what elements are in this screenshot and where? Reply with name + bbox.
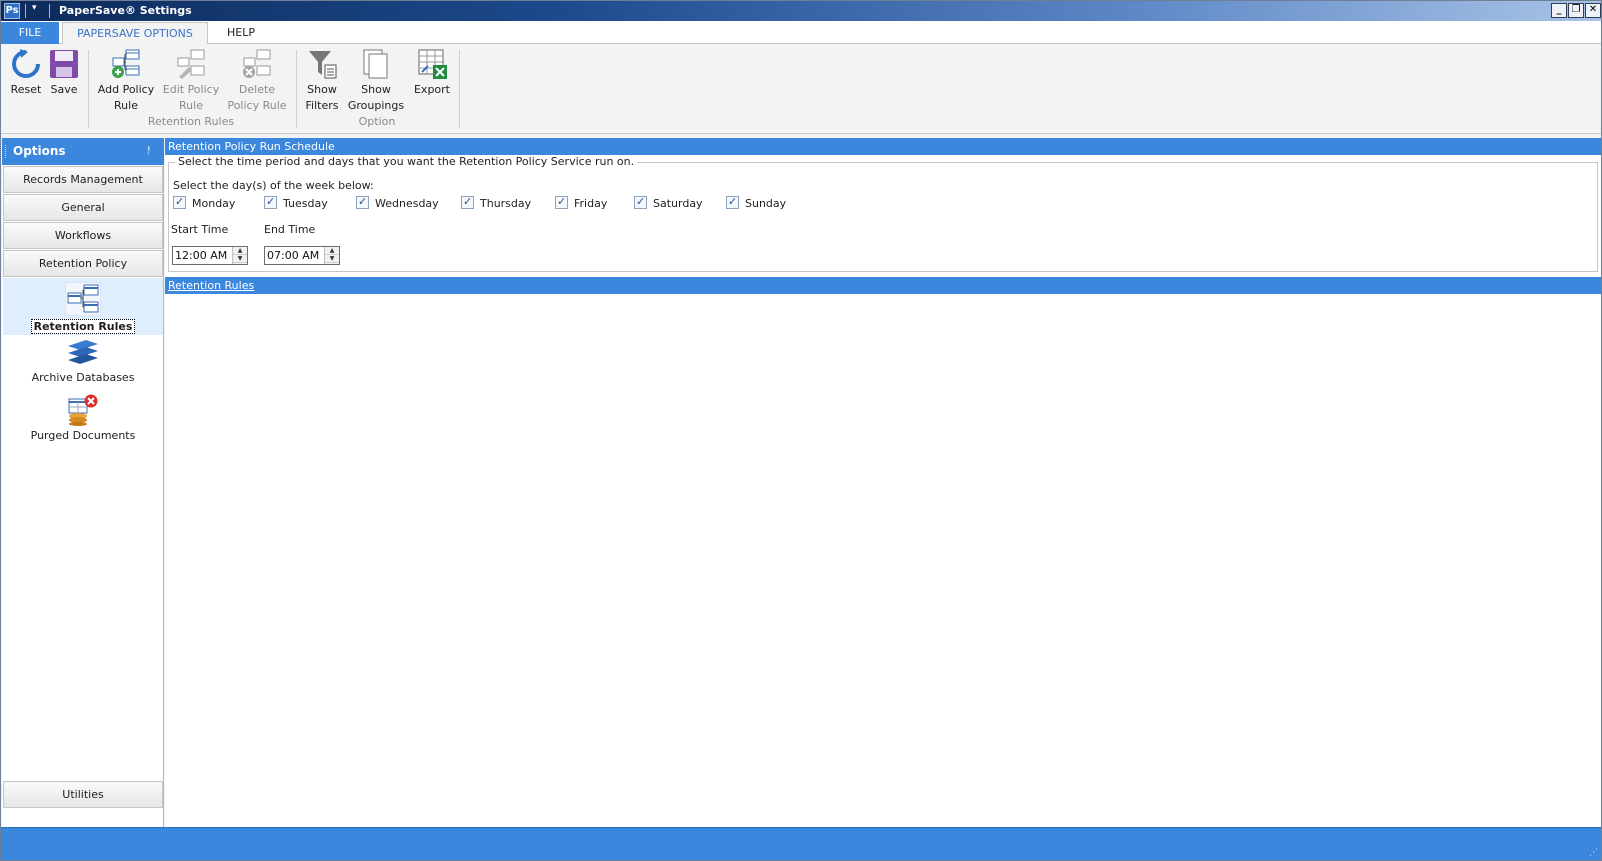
checkbox-saturday[interactable]: Saturday <box>634 195 703 210</box>
schedule-groupbox: Select the time period and days that you… <box>168 155 1598 272</box>
sidebar-item-workflows[interactable]: Workflows <box>3 222 163 249</box>
delete-policy-rule-button[interactable]: Delete Policy Rule <box>227 48 287 114</box>
end-time-value[interactable]: 07:00 AM <box>267 249 319 262</box>
checkbox-thursday[interactable]: Thursday <box>461 195 531 210</box>
spin-up-icon[interactable]: ▲ <box>325 247 339 255</box>
group-label-retention-rules: Retention Rules <box>147 115 235 128</box>
checkbox-sunday[interactable]: Sunday <box>726 195 786 210</box>
checkbox-checked-icon <box>356 195 369 209</box>
checkbox-checked-icon <box>264 195 277 209</box>
sidebar-item-retention-rules[interactable]: Retention Rules <box>3 278 163 335</box>
groupings-icon <box>363 49 388 79</box>
group-separator <box>296 50 297 128</box>
spin-up-icon[interactable]: ▲ <box>233 247 247 255</box>
export-button[interactable]: Export <box>413 48 451 98</box>
group-separator <box>88 50 89 128</box>
resize-grip-icon[interactable]: ⋰ <box>1589 848 1599 858</box>
archive-databases-icon <box>68 340 98 364</box>
sidebar-item-utilities[interactable]: Utilities <box>3 781 163 808</box>
tab-help[interactable]: HELP <box>211 22 271 44</box>
checkbox-checked-icon <box>555 195 568 209</box>
checkbox-monday[interactable]: Monday <box>173 195 235 210</box>
app-logo-icon: Ps <box>4 3 20 19</box>
title-separator <box>49 4 50 18</box>
options-sidebar: Options ᚨ Records Management General Wor… <box>2 138 164 828</box>
purged-documents-icon <box>68 394 98 426</box>
spin-down-icon[interactable]: ▼ <box>233 255 247 263</box>
days-prompt: Select the day(s) of the week below: <box>173 179 374 192</box>
save-button[interactable]: Save <box>47 48 81 98</box>
save-icon <box>50 50 78 78</box>
section-header-retention-rules[interactable]: Retention Rules <box>165 277 1601 294</box>
reset-icon <box>12 49 40 78</box>
checkbox-wednesday[interactable]: Wednesday <box>356 195 439 210</box>
add-policy-rule-icon <box>112 49 140 78</box>
grip-icon <box>5 145 7 158</box>
add-policy-rule-button[interactable]: Add Policy Rule <box>95 48 157 114</box>
main-content: Retention Policy Run Schedule Select the… <box>165 138 1601 828</box>
tab-papersave-options[interactable]: PAPERSAVE OPTIONS <box>62 22 208 45</box>
pin-icon[interactable]: ᚨ <box>146 138 152 165</box>
sidebar-item-records-management[interactable]: Records Management <box>3 166 163 193</box>
edit-policy-rule-button[interactable]: Edit Policy Rule <box>161 48 221 114</box>
reset-button[interactable]: Reset <box>9 48 43 98</box>
quick-access-dropdown-icon[interactable]: ▾ <box>32 3 37 13</box>
start-time-spinner[interactable]: ▲ ▼ <box>232 247 247 264</box>
sidebar-header: Options ᚨ <box>2 138 164 165</box>
end-time-label: End Time <box>264 223 316 236</box>
status-bar: ⋰ <box>1 827 1601 860</box>
sidebar-item-purged-documents[interactable]: Purged Documents <box>3 394 163 446</box>
checkbox-checked-icon <box>173 195 186 209</box>
app-window: Ps ▾ PaperSave® Settings _ ❐ ✕ FILE PAPE… <box>0 0 1602 861</box>
start-time-picker[interactable]: 12:00 AM ▲ ▼ <box>172 246 248 265</box>
checkbox-checked-icon <box>726 195 739 209</box>
ribbon-tab-strip: FILE PAPERSAVE OPTIONS HELP <box>1 21 1601 45</box>
start-time-value[interactable]: 12:00 AM <box>175 249 227 262</box>
close-button[interactable]: ✕ <box>1585 3 1601 18</box>
retention-rules-link[interactable]: Retention Rules <box>168 279 254 292</box>
start-time-label: Start Time <box>171 223 229 236</box>
window-title: PaperSave® Settings <box>59 4 192 17</box>
ribbon: Reset Save Add Policy Rule Edit Policy R… <box>1 44 1601 134</box>
spin-down-icon[interactable]: ▼ <box>325 255 339 263</box>
group-label-option: Option <box>358 115 396 128</box>
show-filters-button[interactable]: Show Filters <box>303 48 341 114</box>
sidebar-item-retention-policy[interactable]: Retention Policy <box>3 250 163 277</box>
delete-policy-rule-icon <box>243 49 271 78</box>
title-bar: Ps ▾ PaperSave® Settings _ ❐ ✕ <box>1 1 1601 21</box>
retention-rules-icon <box>65 282 101 316</box>
tab-file[interactable]: FILE <box>1 22 59 44</box>
end-time-spinner[interactable]: ▲ ▼ <box>324 247 339 264</box>
minimize-button[interactable]: _ <box>1551 3 1567 18</box>
checkbox-checked-icon <box>634 195 647 209</box>
title-separator <box>25 4 26 18</box>
sidebar-item-archive-databases[interactable]: Archive Databases <box>3 338 163 390</box>
filter-icon <box>309 51 337 79</box>
export-excel-icon <box>418 49 447 79</box>
checkbox-friday[interactable]: Friday <box>555 195 607 210</box>
section-header-run-schedule: Retention Policy Run Schedule <box>165 138 1601 155</box>
group-separator <box>459 50 460 128</box>
checkbox-checked-icon <box>461 195 474 209</box>
sidebar-item-general[interactable]: General <box>3 194 163 221</box>
end-time-picker[interactable]: 07:00 AM ▲ ▼ <box>264 246 340 265</box>
restore-button[interactable]: ❐ <box>1568 3 1584 18</box>
schedule-legend: Select the time period and days that you… <box>175 155 638 168</box>
checkbox-tuesday[interactable]: Tuesday <box>264 195 328 210</box>
edit-policy-rule-icon <box>177 49 205 79</box>
show-groupings-button[interactable]: Show Groupings <box>347 48 405 114</box>
